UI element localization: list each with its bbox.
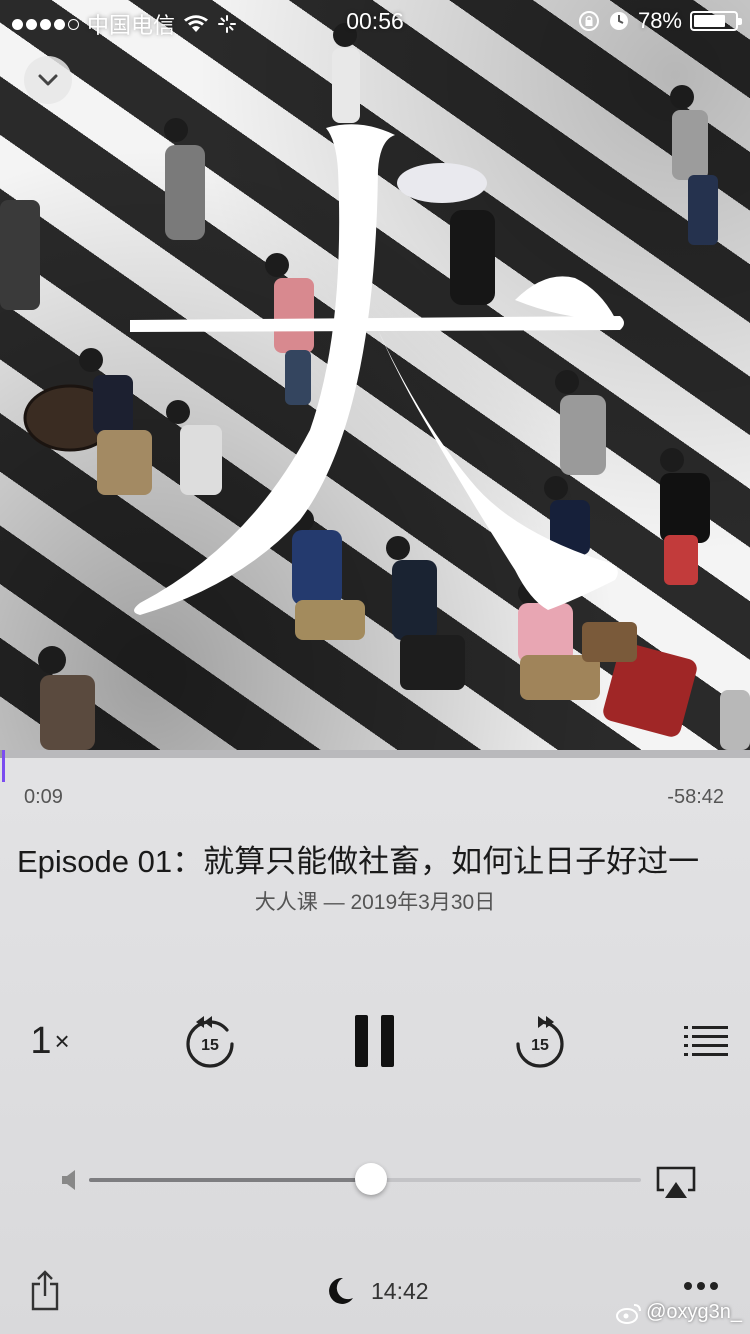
sleep-timer-remaining: 14:42 — [371, 1277, 429, 1304]
artwork-glyph-da — [130, 124, 624, 615]
speed-value: 1 — [30, 1019, 52, 1062]
pause-button[interactable] — [345, 1005, 405, 1077]
playback-speed-button[interactable]: 1 × — [20, 1005, 80, 1077]
airplay-icon[interactable] — [656, 1166, 696, 1200]
volume-low-icon — [62, 1170, 75, 1190]
podcast-player-screen: 中国电信 00:56 78% 0:09 -58:42 Episode 01：就算… — [0, 0, 750, 1334]
status-right: 78% — [578, 8, 742, 34]
playback-scrubber[interactable] — [0, 750, 750, 758]
rotation-lock-icon — [578, 11, 599, 31]
time-remaining: -58:42 — [667, 786, 724, 808]
skip-forward-button[interactable]: 15 — [508, 1005, 572, 1077]
volume-slider-fill — [89, 1178, 371, 1182]
time-elapsed: 0:09 — [24, 786, 63, 808]
status-bar: 中国电信 00:56 78% — [0, 0, 750, 40]
alarm-icon — [609, 12, 628, 30]
skip-forward-15-icon: 15 — [516, 1016, 564, 1068]
list-icon — [684, 1026, 728, 1056]
battery-icon — [690, 11, 742, 31]
podcast-artwork — [0, 0, 750, 750]
battery-percent: 78% — [637, 8, 682, 33]
moon-icon — [329, 1277, 353, 1304]
watermark-handle: @oxyg3n_ — [646, 1301, 742, 1323]
weibo-icon — [616, 1303, 642, 1324]
skip-back-button[interactable]: 15 — [178, 1005, 242, 1077]
skip-back-seconds: 15 — [201, 1037, 219, 1054]
playback-scrubber-handle[interactable] — [2, 750, 5, 782]
skip-back-15-icon: 15 — [186, 1016, 234, 1068]
chevron-down-icon — [38, 74, 58, 86]
collapse-player-button[interactable] — [24, 56, 72, 104]
share-icon[interactable] — [30, 1270, 60, 1312]
playback-controls: 1 × 15 15 — [0, 1005, 750, 1077]
more-icon — [684, 1282, 692, 1290]
sleep-timer-button[interactable]: 14:42 — [325, 1276, 429, 1306]
watermark: @oxyg3n_ — [616, 1301, 742, 1324]
more-options-button[interactable] — [684, 1282, 718, 1290]
volume-slider-thumb[interactable] — [354, 1163, 387, 1195]
episode-title: Episode 01：就算只能做社畜，如何让日子好过一 — [17, 844, 700, 879]
speed-suffix: × — [54, 1025, 70, 1056]
skip-forward-seconds: 15 — [531, 1037, 549, 1054]
episode-show-and-date[interactable]: 大人课 — 2019年3月30日 — [0, 886, 750, 916]
pause-icon — [355, 1015, 394, 1067]
up-next-queue-button[interactable] — [680, 1005, 732, 1077]
